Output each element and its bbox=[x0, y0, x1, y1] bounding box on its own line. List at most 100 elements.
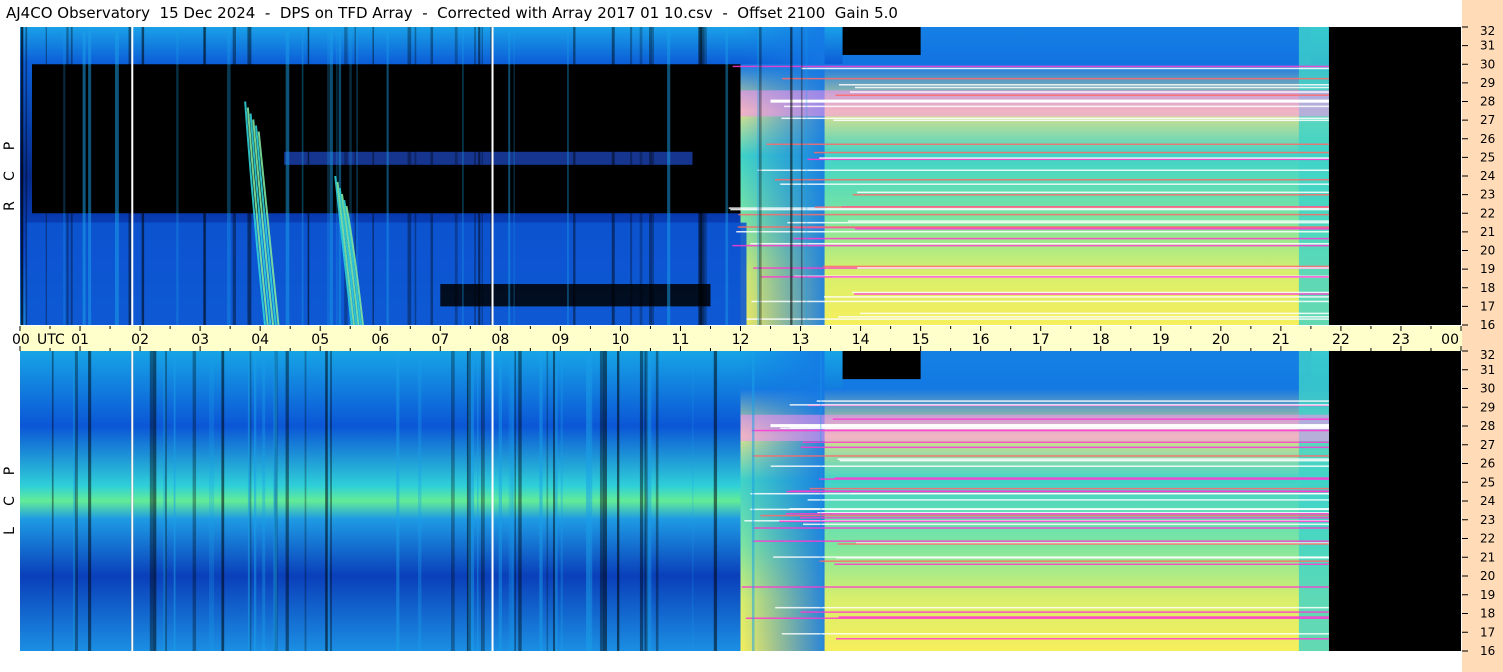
time-tick-label: 21 bbox=[1272, 332, 1290, 348]
vertical-streak bbox=[304, 351, 307, 651]
freq-tick-label: 26 bbox=[1480, 457, 1495, 471]
time-tick-label: 19 bbox=[1152, 332, 1170, 348]
vertical-streak bbox=[70, 27, 73, 325]
interference-line bbox=[837, 458, 1329, 460]
vertical-streak bbox=[273, 351, 278, 651]
vertical-streak bbox=[20, 27, 23, 325]
freq-tick-label: 16 bbox=[1480, 318, 1495, 332]
vertical-streak bbox=[603, 351, 607, 651]
interference-line bbox=[803, 523, 1329, 526]
vertical-streak bbox=[153, 351, 157, 651]
interference-line bbox=[800, 446, 1329, 449]
vertical-streak bbox=[573, 27, 576, 325]
interference-line bbox=[736, 230, 1329, 233]
intensity-region bbox=[1328, 351, 1461, 651]
interference-line bbox=[751, 429, 1329, 432]
interference-line bbox=[823, 265, 1329, 268]
vertical-streak bbox=[128, 27, 132, 325]
time-tick-label: 04 bbox=[251, 332, 269, 348]
vertical-streak bbox=[652, 27, 654, 325]
vertical-streak bbox=[470, 351, 475, 651]
vertical-streak bbox=[585, 351, 590, 651]
interference-line bbox=[750, 492, 1329, 495]
vertical-streak bbox=[82, 27, 86, 325]
freq-tick-label: 28 bbox=[1480, 419, 1495, 433]
interference-line bbox=[819, 560, 1329, 562]
vertical-streak bbox=[645, 351, 648, 651]
interference-line bbox=[781, 633, 1329, 635]
freq-tick-label: 21 bbox=[1480, 550, 1495, 564]
interference-line bbox=[774, 178, 1329, 181]
vertical-streak bbox=[704, 27, 707, 325]
time-tick-label: 13 bbox=[792, 332, 810, 348]
vertical-streak bbox=[396, 351, 400, 651]
interference-line bbox=[738, 213, 1329, 216]
interference-line bbox=[852, 291, 1329, 294]
marker-line bbox=[491, 27, 494, 325]
interference-line bbox=[819, 157, 1329, 159]
interference-line bbox=[782, 77, 1329, 80]
time-tick-label: 18 bbox=[1092, 332, 1110, 348]
interference-line bbox=[789, 404, 1329, 406]
interference-band bbox=[740, 90, 1329, 117]
interference-line bbox=[854, 293, 1329, 295]
freq-tick-label: 19 bbox=[1480, 588, 1495, 602]
time-tick-label: 09 bbox=[551, 332, 569, 348]
vertical-streak bbox=[330, 27, 333, 325]
freq-tick-label: 17 bbox=[1480, 299, 1495, 313]
edge-strip bbox=[1298, 351, 1329, 651]
interference-line bbox=[809, 487, 1329, 490]
vertical-streak bbox=[336, 27, 338, 325]
vertical-streak bbox=[141, 27, 145, 325]
transition-fade bbox=[740, 27, 825, 325]
vertical-streak bbox=[45, 27, 47, 325]
interference-line bbox=[823, 296, 1329, 298]
vertical-streak bbox=[88, 27, 92, 325]
vertical-streak bbox=[554, 351, 558, 651]
time-tick-label: 11 bbox=[672, 332, 690, 348]
vertical-streak bbox=[66, 27, 69, 325]
vertical-streak bbox=[790, 27, 793, 325]
interference-line bbox=[802, 441, 1329, 443]
interference-line bbox=[814, 206, 1329, 208]
interference-line bbox=[814, 151, 1329, 154]
freq-tick-label: 26 bbox=[1480, 132, 1495, 146]
vertical-streak bbox=[173, 351, 176, 651]
freq-tick-label: 32 bbox=[1480, 348, 1495, 362]
vertical-streak bbox=[513, 27, 515, 325]
time-tick-label: 20 bbox=[1212, 332, 1230, 348]
time-tick-label: 17 bbox=[1032, 332, 1050, 348]
interference-line bbox=[760, 514, 1329, 517]
vertical-streak bbox=[203, 27, 207, 325]
time-tick-label: 15 bbox=[912, 332, 930, 348]
interference-line bbox=[860, 312, 1329, 315]
interference-line bbox=[732, 244, 1329, 247]
vertical-streak bbox=[599, 351, 604, 651]
vertical-streak bbox=[285, 27, 290, 325]
interference-line bbox=[855, 228, 1329, 230]
vertical-streak bbox=[209, 351, 213, 651]
interference-line bbox=[784, 105, 1329, 108]
vertical-streak bbox=[262, 351, 266, 651]
interference-line bbox=[780, 183, 1329, 185]
vertical-streak bbox=[114, 27, 119, 325]
vertical-streak bbox=[63, 27, 66, 325]
vertical-streak bbox=[611, 27, 615, 325]
vertical-streak bbox=[338, 27, 342, 325]
interference-line bbox=[807, 158, 1329, 161]
freq-tick-label: 21 bbox=[1480, 225, 1495, 239]
vertical-streak bbox=[430, 27, 434, 325]
vertical-streak bbox=[699, 27, 702, 325]
vertical-streak bbox=[751, 351, 755, 651]
vertical-streak bbox=[546, 351, 549, 651]
freq-tick-label: 20 bbox=[1480, 244, 1495, 258]
vertical-streak bbox=[327, 351, 330, 651]
vertical-streak bbox=[639, 27, 643, 325]
time-tick-label: 02 bbox=[131, 332, 149, 348]
vertical-streak bbox=[451, 351, 455, 651]
interference-line bbox=[835, 94, 1329, 96]
freq-tick-label: 30 bbox=[1480, 57, 1495, 71]
white-line bbox=[770, 99, 1329, 103]
time-tick-label: 12 bbox=[732, 332, 750, 348]
interference-line bbox=[752, 455, 1329, 457]
